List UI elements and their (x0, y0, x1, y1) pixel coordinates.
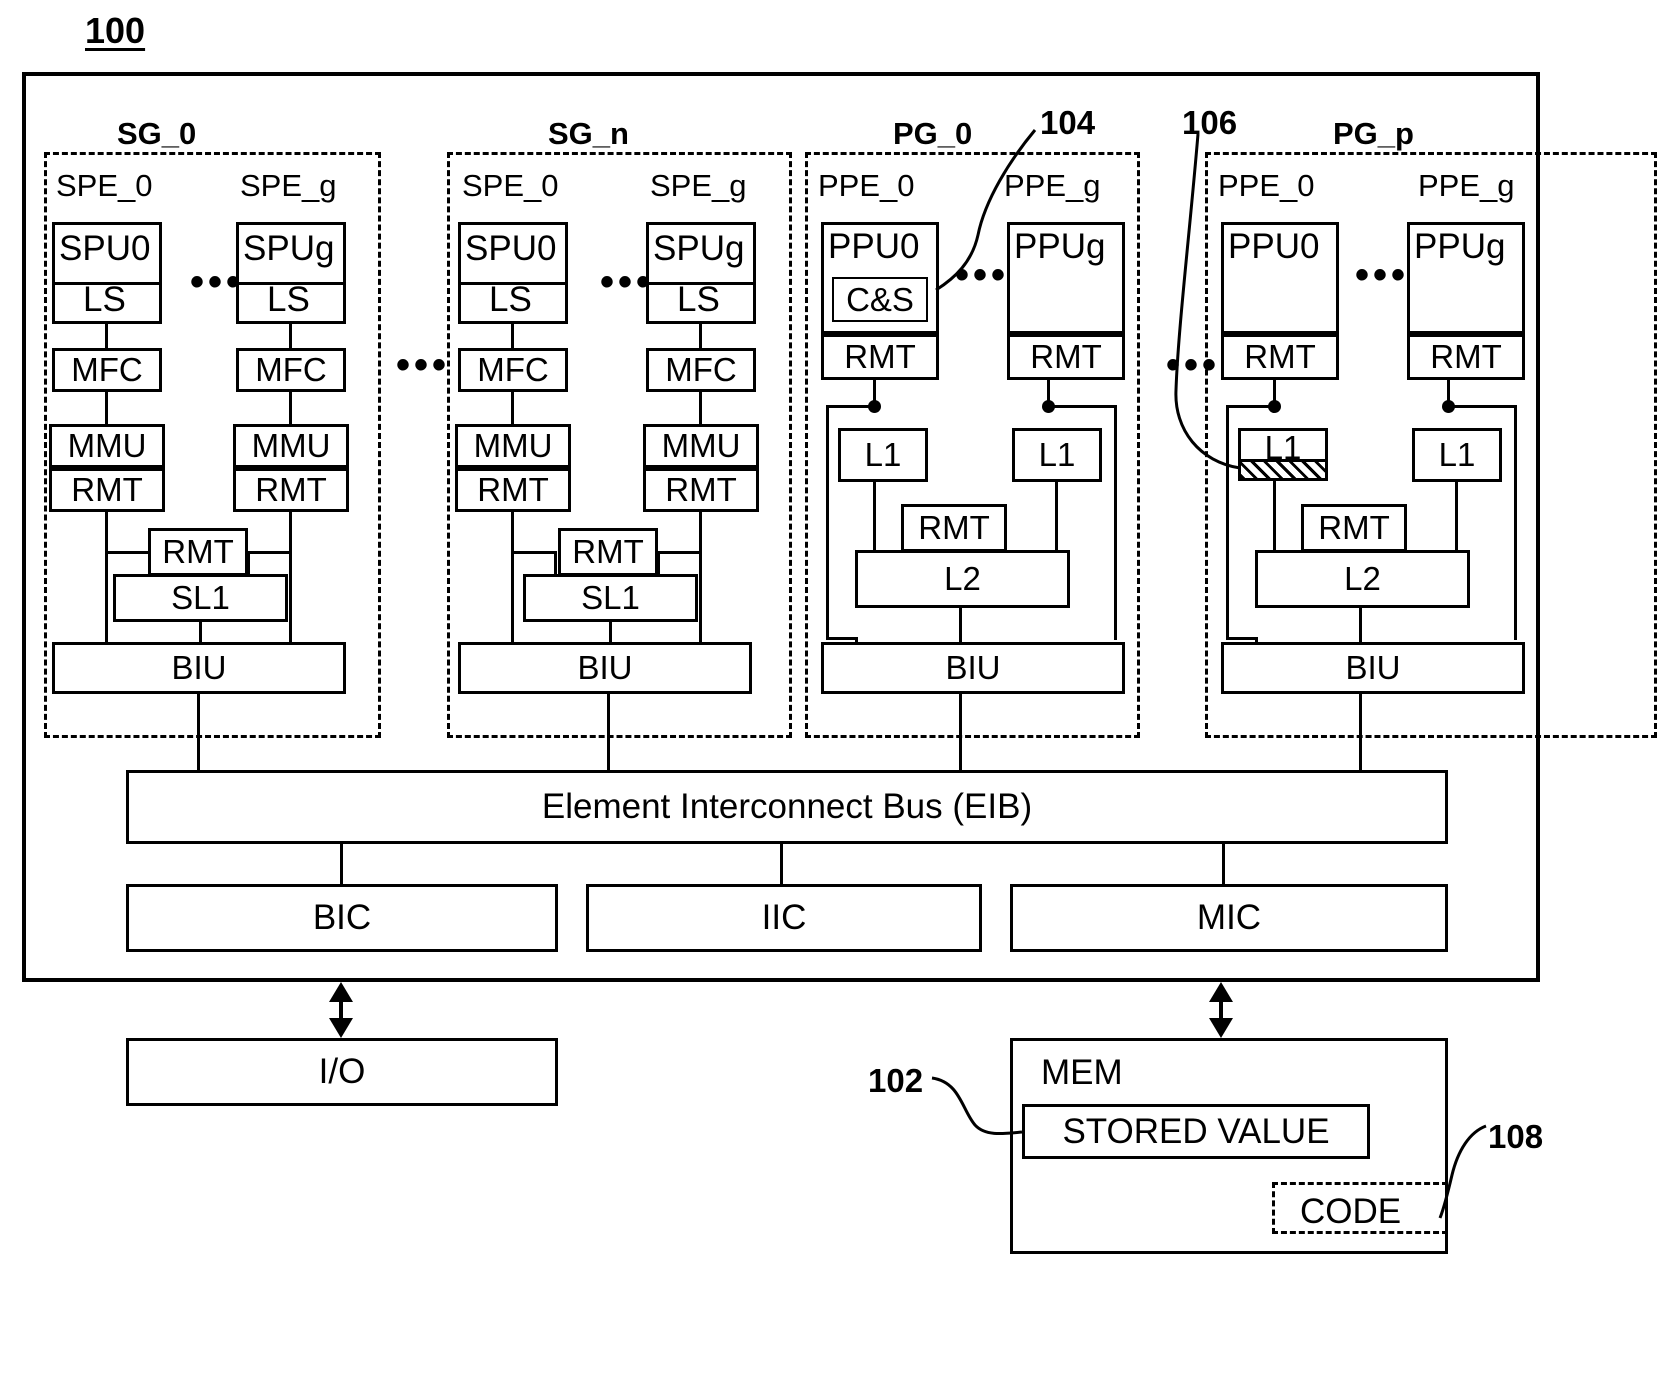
leader-line-108 (1438, 1124, 1487, 1219)
